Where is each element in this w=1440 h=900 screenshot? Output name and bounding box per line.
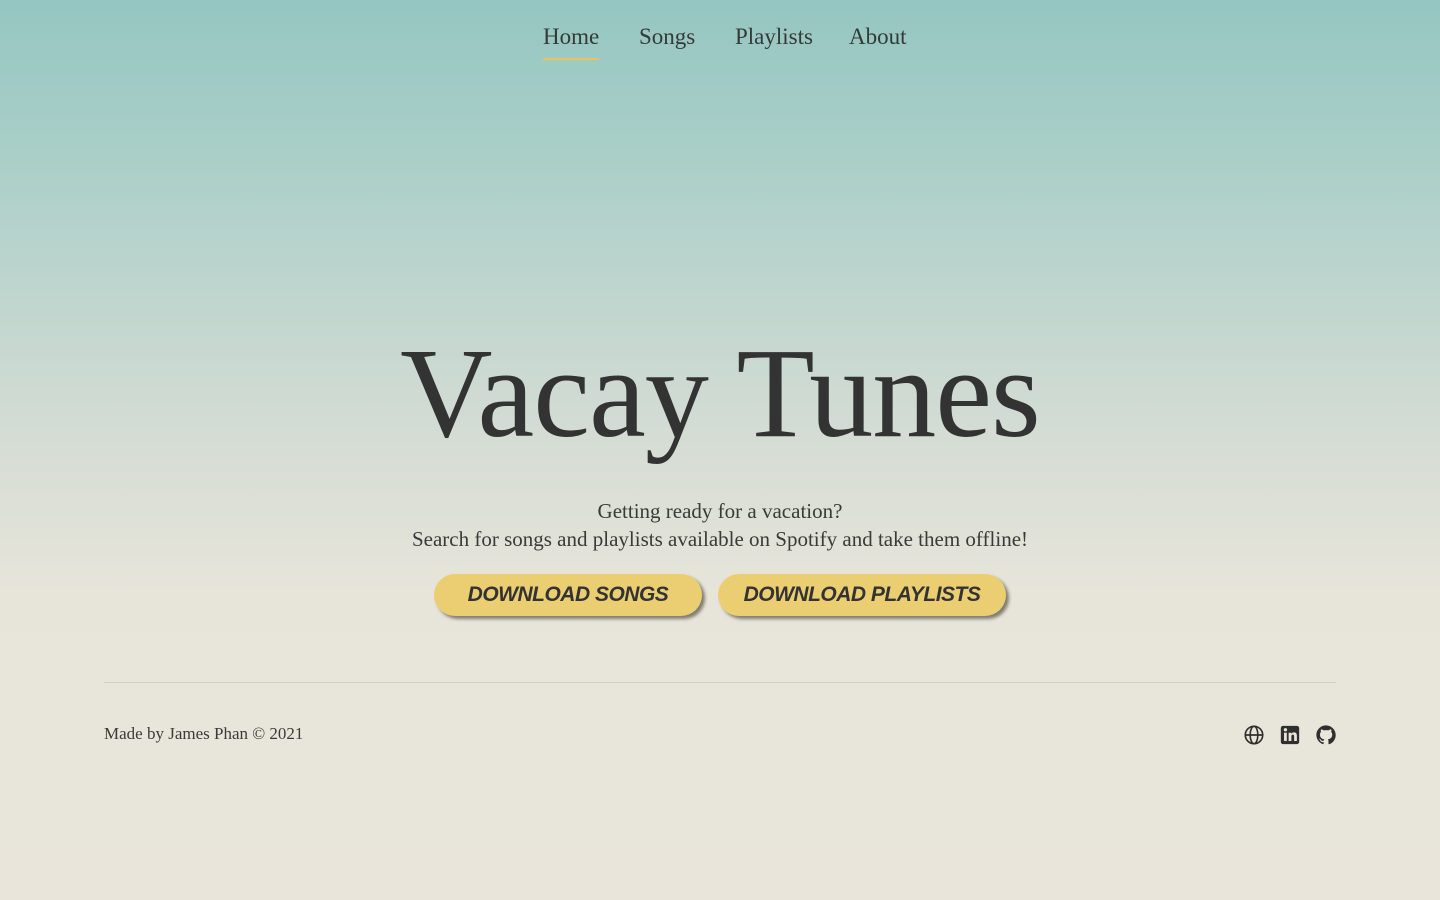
hero-title: Vacay Tunes: [400, 322, 1041, 464]
nav-item-songs[interactable]: Songs: [639, 22, 695, 58]
footer-credit: Made by James Phan © 2021: [104, 724, 304, 743]
nav-item-about[interactable]: About: [849, 22, 907, 58]
download-playlists-button[interactable]: DOWNLOAD PLAYLISTS: [718, 574, 1006, 616]
tagline-description: Search for songs and playlists available…: [411, 527, 1029, 551]
footer-divider: [104, 682, 1336, 683]
linkedin-icon[interactable]: [1279, 724, 1301, 746]
tagline-question: Getting ready for a vacation?: [597, 499, 843, 523]
github-icon[interactable]: [1315, 724, 1337, 746]
nav-item-playlists[interactable]: Playlists: [735, 22, 813, 58]
top-nav: Home Songs Playlists About: [0, 0, 1440, 80]
globe-icon[interactable]: [1243, 724, 1265, 746]
download-songs-button[interactable]: DOWNLOAD SONGS: [434, 574, 702, 616]
nav-item-home[interactable]: Home: [543, 22, 600, 60]
